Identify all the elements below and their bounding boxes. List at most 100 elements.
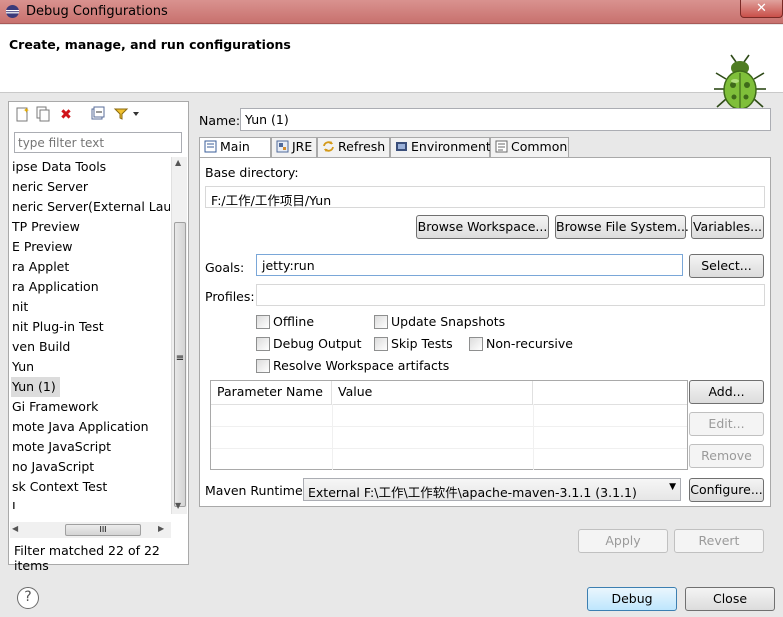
tab-label: Refresh	[338, 139, 386, 154]
table-row[interactable]	[211, 426, 687, 446]
table-row[interactable]	[211, 404, 687, 424]
parameter-table[interactable]: Parameter Name Value	[210, 380, 688, 470]
skip-tests-checkbox[interactable]: Skip Tests	[374, 337, 453, 351]
base-directory-input[interactable]: F:/工作/工作项目/Yun	[205, 186, 765, 208]
header-title: Create, manage, and run configurations	[9, 37, 291, 52]
value-column-header[interactable]: Value	[332, 381, 533, 404]
configuration-tree-item[interactable]: Yun (1)	[10, 377, 170, 397]
tree-item-label: mote JavaScript	[12, 439, 112, 454]
configuration-tree-item[interactable]: neric Server	[10, 177, 170, 197]
help-icon[interactable]: ?	[17, 587, 39, 609]
configuration-tree-item[interactable]: no JavaScript	[10, 457, 170, 477]
configuration-tree-item[interactable]: neric Server(External Launch	[10, 197, 170, 217]
configuration-tree-item[interactable]: mote JavaScript	[10, 437, 170, 457]
configuration-tree-item[interactable]: Yun	[10, 357, 170, 377]
window-title: Debug Configurations	[26, 4, 168, 19]
debug-output-checkbox[interactable]: Debug Output	[256, 337, 362, 351]
configuration-tree-item[interactable]: E Preview	[10, 237, 170, 257]
collapse-all-icon[interactable]	[89, 106, 107, 124]
remove-parameter-button[interactable]: Remove	[689, 444, 764, 468]
scroll-right-arrow[interactable]: ▶	[158, 524, 164, 533]
vertical-scroll-thumb[interactable]: ≡	[174, 222, 186, 507]
filter-input[interactable]	[14, 132, 182, 153]
tab-bar: Main JRE Refresh Environment Common	[199, 137, 569, 158]
tab-label: JRE	[292, 139, 313, 154]
tree-item-label: nit Plug-in Test	[12, 319, 104, 334]
select-goals-button[interactable]: Select...	[689, 254, 764, 278]
revert-button[interactable]: Revert	[674, 529, 764, 553]
configuration-tree[interactable]: ipse Data Tools neric Server neric Server(…	[10, 157, 170, 509]
tree-item-label: Yun	[12, 359, 35, 374]
tree-item-label: ra Application	[12, 279, 99, 294]
empty-column-header	[533, 381, 687, 404]
tab-jre[interactable]: JRE	[271, 137, 317, 157]
configuration-tree-item[interactable]: Gi Framework	[10, 397, 170, 417]
update-snapshots-checkbox[interactable]: Update Snapshots	[374, 315, 505, 329]
configuration-tree-item[interactable]: ven Build	[10, 337, 170, 357]
tree-item-label: sk Context Test	[12, 479, 108, 494]
tab-refresh[interactable]: Refresh	[317, 137, 390, 157]
debug-button[interactable]: Debug	[587, 587, 677, 611]
tree-horizontal-scrollbar[interactable]: ◀ III ▶	[10, 522, 171, 538]
configuration-tree-item[interactable]: ra Application	[10, 277, 170, 297]
tree-item-label: L	[12, 499, 19, 509]
offline-checkbox[interactable]: Offline	[256, 315, 314, 329]
add-parameter-button[interactable]: Add...	[689, 380, 764, 404]
tree-item-label: ipse Data Tools	[12, 159, 107, 174]
edit-parameter-button[interactable]: Edit...	[689, 412, 764, 436]
profiles-input[interactable]	[256, 284, 765, 306]
non-recursive-checkbox[interactable]: Non-recursive	[469, 337, 573, 351]
variables-button[interactable]: Variables...	[691, 215, 764, 239]
goals-label: Goals:	[205, 260, 245, 275]
tree-item-label: ven Build	[12, 339, 71, 354]
tree-item-label: neric Server(External Launch	[12, 199, 170, 214]
configure-runtime-button[interactable]: Configure...	[689, 478, 764, 502]
tree-item-label: neric Server	[12, 179, 89, 194]
configuration-list-pane: ✦ ✖ ipse Data Tools neric Server neric Ser…	[8, 101, 189, 573]
filter-status-text: Filter matched 22 of 22 items	[14, 543, 160, 573]
tab-label: Common	[511, 139, 568, 154]
tree-item-label: TP Preview	[12, 219, 80, 234]
tab-main[interactable]: Main	[199, 137, 271, 158]
eclipse-icon	[6, 5, 19, 18]
tree-vertical-scrollbar[interactable]: ▲ ≡ ▼	[171, 157, 187, 514]
environment-icon	[394, 140, 408, 154]
scroll-left-arrow[interactable]: ◀	[12, 524, 18, 533]
tab-common[interactable]: Common	[490, 137, 569, 157]
filter-menu-icon[interactable]	[113, 106, 143, 124]
duplicate-config-icon[interactable]	[34, 106, 52, 124]
browse-workspace-button[interactable]: Browse Workspace...	[416, 215, 549, 239]
browse-file-system-button[interactable]: Browse File System...	[555, 215, 689, 239]
apply-button[interactable]: Apply	[578, 529, 668, 553]
parameter-name-column-header[interactable]: Parameter Name	[211, 381, 332, 404]
configuration-tree-item[interactable]: ra Applet	[10, 257, 170, 277]
new-config-icon[interactable]: ✦	[13, 106, 31, 124]
delete-config-icon[interactable]: ✖	[57, 106, 75, 124]
configuration-tree-item[interactable]: nit Plug-in Test	[10, 317, 170, 337]
name-input[interactable]: Yun (1)	[240, 108, 771, 131]
resolve-workspace-checkbox[interactable]: Resolve Workspace artifacts	[256, 359, 449, 373]
configuration-tree-item[interactable]: mote Java Application	[10, 417, 170, 437]
maven-runtime-value: External F:\工作\工作软件\apache-maven-3.1.1 (…	[308, 485, 637, 500]
goals-input[interactable]: jetty:run	[256, 254, 683, 276]
maven-runtime-select[interactable]: External F:\工作\工作软件\apache-maven-3.1.1 (…	[303, 478, 681, 501]
dialog-header: Create, manage, and run configurations	[0, 25, 783, 110]
tree-item-label: no JavaScript	[12, 459, 95, 474]
close-button[interactable]: Close	[685, 587, 775, 611]
configuration-tree-item[interactable]: L	[10, 497, 170, 509]
horizontal-scroll-thumb[interactable]: III	[65, 524, 141, 536]
tree-item-label: mote Java Application	[12, 419, 149, 434]
profiles-label: Profiles:	[205, 289, 255, 304]
tab-label: Main	[220, 139, 250, 154]
configuration-tree-item[interactable]: TP Preview	[10, 217, 170, 237]
jre-icon	[275, 140, 289, 154]
configuration-tree-item[interactable]: sk Context Test	[10, 477, 170, 497]
window-close-button[interactable]: ✕	[740, 0, 783, 18]
configuration-tree-item[interactable]: nit	[10, 297, 170, 317]
tab-environment[interactable]: Environment	[390, 137, 491, 157]
table-row[interactable]	[211, 448, 687, 468]
scroll-up-arrow[interactable]: ▲	[175, 158, 181, 167]
tab-label: Environment	[411, 139, 491, 154]
scroll-down-arrow[interactable]: ▼	[175, 501, 181, 510]
configuration-tree-item[interactable]: ipse Data Tools	[10, 157, 170, 177]
